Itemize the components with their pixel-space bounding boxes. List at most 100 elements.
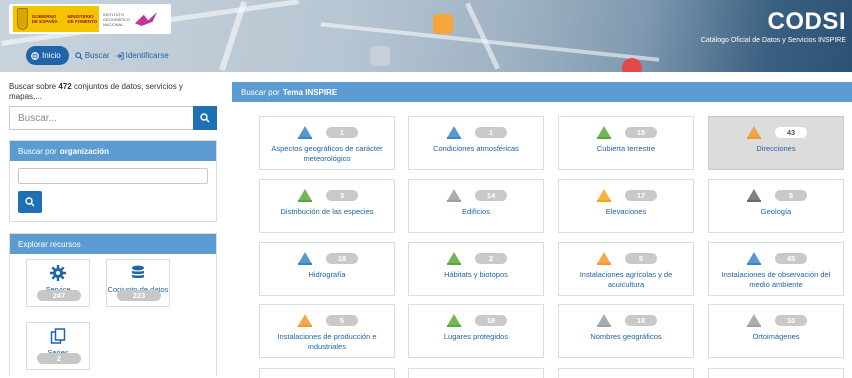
login-icon	[116, 51, 124, 60]
search-input[interactable]: Buscar...	[9, 106, 193, 130]
theme-card[interactable]: 43 Direcciones	[708, 116, 844, 170]
decorative-theme-icon	[433, 14, 453, 34]
geology-icon	[747, 189, 761, 202]
theme-label: Distribución de las especies	[280, 207, 374, 216]
organization-panel: Buscar por organización	[9, 140, 217, 222]
theme-card[interactable]: 5 Geología	[708, 179, 844, 233]
theme-card[interactable]: 15 Cubierta terrestre	[558, 116, 694, 170]
hydrography-icon	[298, 252, 312, 265]
organization-input[interactable]	[18, 168, 208, 184]
nav-identificarse-label: Identificarse	[125, 51, 169, 60]
theme-card[interactable]: 45 Instalaciones de observación del medio…	[708, 242, 844, 296]
buildings-icon	[447, 189, 461, 202]
header-banner: GOBIERNO DE ESPAÑA MINISTERIO DE FOMENTO…	[0, 0, 852, 72]
species-icon	[298, 189, 312, 202]
theme-card[interactable]: 5 Instalaciones de producción e industria…	[259, 304, 395, 358]
theme-label: Lugares protegidos	[443, 332, 509, 341]
nav-inicio-label: Inicio	[42, 51, 61, 60]
search-icon	[200, 113, 210, 123]
theme-count-badge: 18	[326, 252, 358, 264]
theme-count-badge: 14	[475, 189, 507, 201]
theme-card[interactable]: 18 Lugares protegidos	[408, 304, 544, 358]
org-panel-prefix: Buscar por	[18, 146, 57, 156]
search-count: 472	[58, 82, 72, 91]
elevation-icon	[597, 189, 611, 202]
gear-icon	[50, 265, 66, 281]
nav-identificarse-link[interactable]: Identificarse	[116, 51, 169, 60]
theme-card-partial[interactable]	[408, 368, 544, 378]
nav-inicio-button[interactable]: Inicio	[26, 46, 69, 65]
agency-text: INSTITUTO GEOGRÁFICO NACIONAL	[103, 11, 131, 27]
theme-card[interactable]: 2 Hábitats y biotopos	[408, 242, 544, 296]
theme-label: Direcciones	[756, 144, 796, 153]
search-prefix: Buscar sobre	[9, 82, 57, 91]
theme-card-partial[interactable]	[558, 368, 694, 378]
protected-sites-icon	[447, 314, 461, 327]
theme-card-top: 45	[709, 246, 843, 270]
globe-icon	[31, 51, 39, 60]
theme-count-badge: 3	[326, 189, 358, 201]
gov-yellow-block: GOBIERNO DE ESPAÑA MINISTERIO DE FOMENTO	[13, 6, 99, 32]
resources-panel: Explorar recursos Service 247 Conjunto d…	[9, 233, 217, 376]
theme-card[interactable]: 17 Elevaciones	[558, 179, 694, 233]
theme-label: Instalaciones de observación del medio a…	[721, 270, 831, 289]
atmosphere-icon	[447, 126, 461, 139]
theme-card-top: 5	[260, 308, 394, 332]
theme-count-badge: 5	[326, 314, 358, 326]
search-bar: Buscar...	[9, 106, 217, 130]
theme-label: Nombres geográficos	[590, 332, 662, 341]
theme-count-badge: 5	[775, 189, 807, 201]
theme-label: Hidrografía	[308, 270, 346, 279]
theme-card[interactable]: 1 Condiciones atmosféricas	[408, 116, 544, 170]
theme-card[interactable]: 18 Nombres geográficos	[558, 304, 694, 358]
nav-buscar-link[interactable]: Buscar	[74, 51, 110, 60]
theme-card-top: 5	[709, 183, 843, 207]
theme-card-partial[interactable]	[708, 368, 844, 378]
theme-card-partial[interactable]	[259, 368, 395, 378]
theme-card[interactable]: 3 Distribución de las especies	[259, 179, 395, 233]
theme-label: Instalaciones de producción e industrial…	[277, 332, 377, 351]
org-panel-bold: organización	[59, 146, 110, 156]
theme-count-badge: 1	[326, 126, 358, 138]
industrial-icon	[298, 314, 312, 327]
ministry-text: MINISTERIO DE FOMENTO	[67, 14, 98, 24]
theme-card-top: 3	[260, 183, 394, 207]
theme-label: Condiciones atmosféricas	[433, 144, 519, 153]
ign-logo-icon	[135, 12, 157, 26]
top-navigation: Inicio Buscar Identificarse	[26, 46, 169, 65]
decorative-theme-icon	[622, 58, 642, 72]
theme-count-badge: 5	[625, 252, 657, 264]
brand[interactable]: CODSI Catálogo Oficial de Datos y Servic…	[701, 8, 846, 44]
resource-service[interactable]: Service 247	[26, 259, 90, 307]
theme-count-badge: 17	[625, 189, 657, 201]
government-logo[interactable]: GOBIERNO DE ESPAÑA MINISTERIO DE FOMENTO…	[9, 4, 171, 34]
theme-card-top: 18	[559, 308, 693, 332]
organization-search-button[interactable]	[18, 191, 42, 213]
theme-label: Aspectos geográficos de carácter meteoro…	[271, 144, 383, 163]
search-button[interactable]	[193, 106, 217, 130]
theme-card[interactable]: 1 Aspectos geográficos de carácter meteor…	[259, 116, 395, 170]
theme-label: Geología	[760, 207, 792, 216]
theme-card[interactable]: 18 Hidrografía	[259, 242, 395, 296]
addresses-icon	[747, 126, 761, 139]
agricultural-icon	[597, 252, 611, 265]
resource-dataset-count: 223	[117, 290, 161, 301]
series-icon	[50, 328, 66, 344]
organization-panel-header: Buscar por organización	[10, 141, 216, 161]
theme-label: Instalaciones agrícolas y de acuicultura	[579, 270, 673, 289]
theme-card[interactable]: 5 Instalaciones agrícolas y de acuicultur…	[558, 242, 694, 296]
theme-count-badge: 1	[475, 126, 507, 138]
decorative-theme-icon	[370, 46, 390, 66]
resource-dataset[interactable]: Conjunto de datos 223	[106, 259, 170, 307]
theme-count-badge: 18	[625, 314, 657, 326]
theme-count-badge: 43	[775, 126, 807, 138]
theme-label: Elevaciones	[605, 207, 647, 216]
theme-card-top: 43	[709, 120, 843, 144]
main-head-bold: Tema INSPIRE	[282, 87, 338, 97]
theme-card[interactable]: 10 Ortoimágenes	[708, 304, 844, 358]
theme-card-top: 10	[709, 308, 843, 332]
theme-card-top: 2	[409, 246, 543, 270]
theme-card[interactable]: 14 Edificios	[408, 179, 544, 233]
orthoimagery-icon	[747, 314, 761, 327]
resource-series[interactable]: Series 2	[26, 322, 90, 370]
